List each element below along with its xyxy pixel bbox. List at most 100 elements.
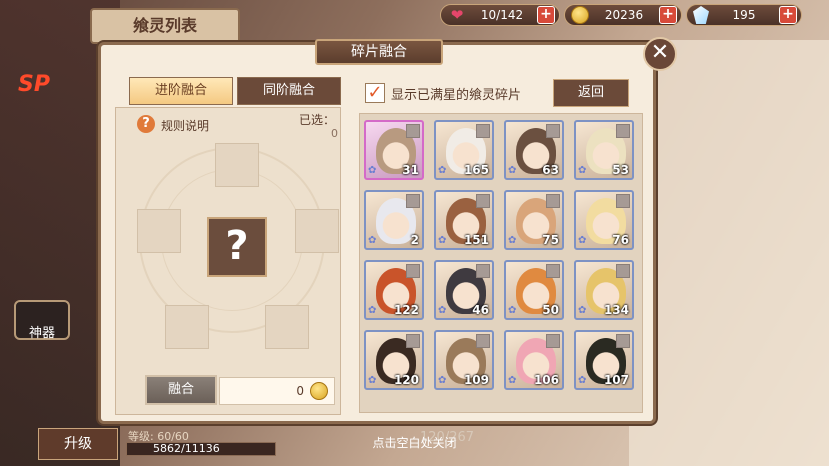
select-box[interactable] [476,124,490,138]
show-full-star-label: 显示已满星的飨灵碎片 [391,87,522,103]
flower-icon: ✿ [578,375,587,386]
select-box[interactable] [476,264,490,278]
fragment-card[interactable]: ✿ 151 [434,190,494,250]
fragment-count: 165 [463,163,489,177]
fusion-slot-bottom-left[interactable] [165,305,209,349]
question-icon[interactable]: ? [137,115,155,133]
tab-same-fusion[interactable]: 同阶融合 [237,77,341,105]
add-diamond-button[interactable]: + [779,6,797,24]
sp-label: SP [18,72,50,97]
select-box[interactable] [616,194,630,208]
tab-advance-fusion[interactable]: 进阶融合 [129,77,233,105]
fragment-count: 75 [542,233,559,247]
add-stamina-button[interactable]: + [537,6,555,24]
rule-link[interactable]: 规则说明 [161,117,209,134]
fusion-slot-bottom-right[interactable] [265,305,309,349]
select-box[interactable] [546,194,560,208]
flower-icon: ✿ [368,375,377,386]
fusion-result-slot[interactable]: ? [207,217,267,277]
fragment-card[interactable]: ✿ 165 [434,120,494,180]
fusion-slot-right[interactable] [295,209,339,253]
coin-icon [310,382,328,400]
diamond-resource: 195 + [686,4,802,26]
fuse-cost: 0 [219,377,335,405]
add-gold-button[interactable]: + [659,6,677,24]
fragment-card[interactable]: ✿ 106 [504,330,564,390]
flower-icon: ✿ [508,165,517,176]
selected-label: 已选： [299,113,336,127]
stamina-resource: ❤ 10/142 + [440,4,560,26]
select-box[interactable] [406,264,420,278]
diamond-value: 195 [732,8,756,22]
fragment-count: 2 [410,233,419,247]
flower-icon: ✿ [438,165,447,176]
select-box[interactable] [406,194,420,208]
close-icon[interactable]: ✕ [643,37,677,71]
select-box[interactable] [616,334,630,348]
fragment-fusion-dialog: 碎片融合 ✕ 进阶融合 同阶融合 ? 规则说明 已选： 0 ? 融合 0 ✓ 显… [98,37,677,424]
fragment-grid: ✿ 31 ✿ 165 ✿ 63 ✿ 53 ✿ 2 ✿ 151 ✿ 75 ✿ 76 ✿ 122 ✿ 46 ✿ 50 ✿ 134 ✿… [359,113,643,413]
heart-icon: ❤ [450,6,464,24]
fragment-count: 46 [472,303,489,317]
select-box[interactable] [476,334,490,348]
fragment-count: 31 [402,163,419,177]
flower-icon: ✿ [368,235,377,246]
fragment-count: 120 [393,373,419,387]
fragment-count: 107 [603,373,629,387]
flower-icon: ✿ [508,375,517,386]
fragment-count: 53 [612,163,629,177]
fragment-count: 76 [612,233,629,247]
flower-icon: ✿ [368,165,377,176]
fragment-card[interactable]: ✿ 120 [364,330,424,390]
select-box[interactable] [406,124,420,138]
flower-icon: ✿ [578,235,587,246]
fragment-card[interactable]: ✿ 76 [574,190,634,250]
fragment-card[interactable]: ✿ 134 [574,260,634,320]
fragment-card[interactable]: ✿ 31 [364,120,424,180]
fragment-card[interactable]: ✿ 109 [434,330,494,390]
check-icon[interactable]: ✓ [365,83,385,103]
flower-icon: ✿ [368,305,377,316]
artifact-button[interactable]: 神器 [14,300,70,341]
gold-value: 20236 [604,8,644,22]
fusion-slot-top[interactable] [215,143,259,187]
fragment-card[interactable]: ✿ 122 [364,260,424,320]
flower-icon: ✿ [578,305,587,316]
resource-bar: ❤ 10/142 + 20236 + 195 + [440,4,802,28]
fragment-card[interactable]: ✿ 107 [574,330,634,390]
flower-icon: ✿ [508,305,517,316]
fragment-card[interactable]: ✿ 46 [434,260,494,320]
fusion-slot-left[interactable] [137,209,181,253]
show-full-star-toggle[interactable]: ✓ 显示已满星的飨灵碎片 [365,83,521,103]
fragment-card[interactable]: ✿ 53 [574,120,634,180]
fragment-card[interactable]: ✿ 63 [504,120,564,180]
fragment-card[interactable]: ✿ 75 [504,190,564,250]
fuse-button[interactable]: 融合 [145,375,217,405]
fragment-card[interactable]: ✿ 2 [364,190,424,250]
gem-icon [693,6,709,24]
dialog-title: 碎片融合 [315,39,443,65]
gold-resource: 20236 + [564,4,682,26]
back-button[interactable]: 返回 [553,79,629,107]
select-box[interactable] [546,124,560,138]
coin-icon [571,6,589,24]
fragment-count: 109 [463,373,489,387]
select-box[interactable] [476,194,490,208]
select-box[interactable] [406,334,420,348]
select-box[interactable] [616,124,630,138]
select-box[interactable] [546,334,560,348]
select-box[interactable] [546,264,560,278]
fragment-count: 106 [533,373,559,387]
fragment-count: 122 [393,303,419,317]
stamina-value: 10/142 [480,8,524,22]
flower-icon: ✿ [438,235,447,246]
close-hint: 点击空白处关闭 [372,436,457,450]
fragment-count: 63 [542,163,559,177]
header-tab[interactable]: 飨灵列表 [90,8,240,44]
fragment-count: 50 [542,303,559,317]
flower-icon: ✿ [438,305,447,316]
fragment-card[interactable]: ✿ 50 [504,260,564,320]
fuse-cost-value: 0 [296,384,304,398]
fragment-count: 134 [603,303,629,317]
select-box[interactable] [616,264,630,278]
